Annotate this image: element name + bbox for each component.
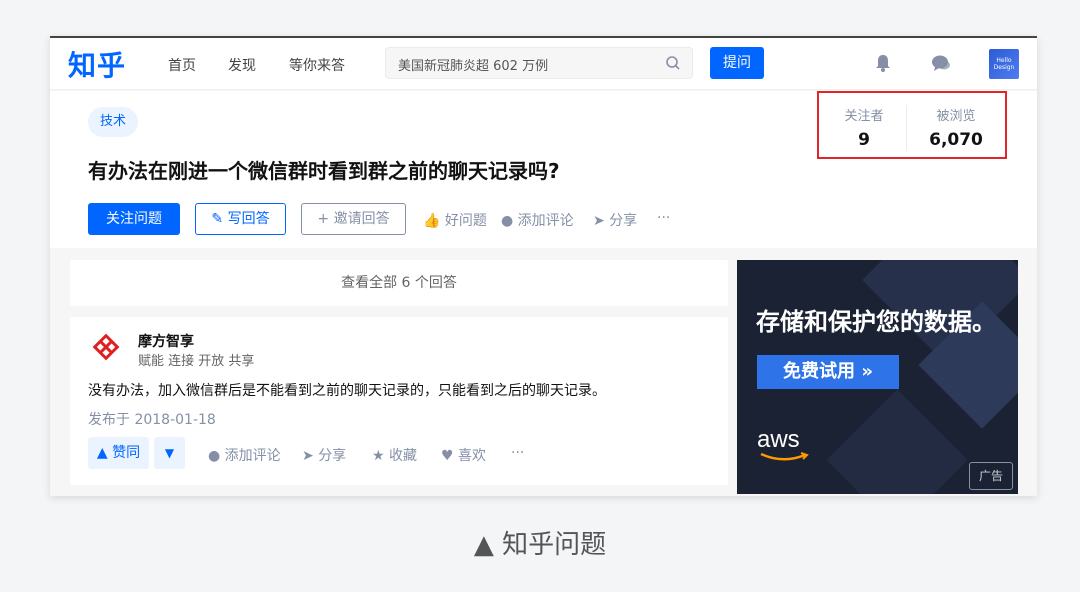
figure-caption: ▲ 知乎问题 bbox=[473, 530, 607, 560]
pencil-icon: ✎ bbox=[211, 211, 224, 227]
share-label: 分享 bbox=[609, 213, 638, 229]
ad-label-badge: 广告 bbox=[969, 462, 1013, 490]
downvote-button[interactable]: ▼ bbox=[154, 437, 185, 469]
good-question-button[interactable]: 👍 好问题 bbox=[423, 210, 487, 230]
search-query: 美国新冠肺炎超 602 万例 bbox=[398, 59, 549, 74]
zhihu-logo[interactable]: 知乎 bbox=[68, 44, 126, 84]
followers-label: 关注者 bbox=[844, 109, 884, 124]
author-bio: 赋能 连接 开放 共享 bbox=[138, 354, 255, 369]
invite-answer-label: 邀请回答 bbox=[333, 211, 390, 227]
answer-like-label: 喜欢 bbox=[458, 448, 487, 464]
more-options-button[interactable]: ··· bbox=[657, 210, 670, 226]
question-title: 有办法在刚进一个微信群时看到群之前的聊天记录吗? bbox=[88, 159, 560, 183]
ad-headline: 存储和保护您的数据。 bbox=[756, 308, 996, 336]
comment-icon: ● bbox=[501, 213, 514, 229]
paper-plane-icon: ➤ bbox=[302, 448, 314, 464]
paper-plane-icon: ➤ bbox=[593, 213, 605, 229]
nav-waiting-answers[interactable]: 等你来答 bbox=[289, 55, 345, 75]
upvote-label: 赞同 bbox=[112, 445, 141, 461]
share-button[interactable]: ➤ 分享 bbox=[593, 210, 637, 230]
zhihu-page: 知乎 首页 发现 等你来答 美国新冠肺炎超 602 万例 提问 Hello De… bbox=[50, 36, 1037, 496]
author-name[interactable]: 摩方智享 bbox=[138, 331, 194, 351]
view-all-answers-link[interactable]: 查看全部 6 个回答 bbox=[70, 260, 728, 306]
question-stats: 关注者 9 被浏览 6,070 bbox=[817, 91, 1007, 159]
answer-comment-button[interactable]: ● 添加评论 bbox=[208, 445, 281, 465]
search-icon[interactable] bbox=[664, 54, 682, 72]
ad-free-trial-button[interactable]: 免费试用 » bbox=[757, 355, 899, 389]
topic-tag[interactable]: 技术 bbox=[88, 107, 139, 137]
add-comment-label: 添加评论 bbox=[517, 213, 574, 229]
views-count: 6,070 bbox=[929, 130, 983, 150]
answer-card: 摩方智享 赋能 连接 开放 共享 没有办法，加入微信群后是不能看到之前的聊天记录… bbox=[70, 317, 728, 485]
good-question-label: 好问题 bbox=[444, 213, 487, 229]
heart-icon: ♥ bbox=[441, 448, 454, 464]
aws-smile-icon bbox=[760, 452, 809, 461]
top-navigation-bar: 知乎 首页 发现 等你来答 美国新冠肺炎超 602 万例 提问 Hello De… bbox=[50, 38, 1037, 90]
answer-share-button[interactable]: ➤ 分享 bbox=[302, 445, 346, 465]
user-avatar[interactable]: Hello Design bbox=[989, 49, 1019, 79]
notification-bell-icon[interactable] bbox=[872, 52, 894, 74]
answer-date[interactable]: 发布于 2018-01-18 bbox=[88, 409, 216, 429]
invite-answer-button[interactable]: + 邀请回答 bbox=[301, 203, 406, 235]
ask-question-button[interactable]: 提问 bbox=[710, 47, 764, 79]
nav-home[interactable]: 首页 bbox=[168, 55, 196, 75]
follow-question-button[interactable]: 关注问题 bbox=[88, 203, 180, 235]
stats-divider bbox=[906, 105, 907, 151]
triangle-down-icon: ▼ bbox=[164, 446, 175, 460]
write-answer-label: 写回答 bbox=[227, 211, 270, 227]
messages-icon[interactable] bbox=[930, 52, 952, 74]
answer-collect-label: 收藏 bbox=[389, 448, 418, 464]
aws-advertisement[interactable]: 存储和保护您的数据。 免费试用 » aws 广告 bbox=[737, 260, 1018, 494]
answer-comment-label: 添加评论 bbox=[224, 448, 281, 464]
comment-icon: ● bbox=[208, 448, 221, 464]
answer-collect-button[interactable]: ★ 收藏 bbox=[372, 445, 417, 465]
question-header: 技术 有办法在刚进一个微信群时看到群之前的聊天记录吗? 关注者 9 被浏览 6,… bbox=[50, 91, 1037, 248]
author-logo-icon[interactable] bbox=[92, 333, 120, 361]
views-stat: 被浏览 6,070 bbox=[911, 105, 1001, 150]
thumbs-up-icon: 👍 bbox=[423, 213, 441, 229]
followers-stat[interactable]: 关注者 9 bbox=[819, 105, 909, 150]
answer-like-button[interactable]: ♥ 喜欢 bbox=[441, 445, 486, 465]
aws-logo: aws bbox=[757, 426, 800, 453]
answer-content: 没有办法，加入微信群后是不能看到之前的聊天记录的，只能看到之后的聊天记录。 bbox=[88, 383, 606, 399]
answer-share-label: 分享 bbox=[318, 448, 347, 464]
add-user-icon: + bbox=[317, 211, 330, 227]
upvote-button[interactable]: ▲ 赞同 bbox=[88, 437, 149, 469]
search-input[interactable]: 美国新冠肺炎超 602 万例 bbox=[385, 47, 693, 79]
views-label: 被浏览 bbox=[936, 109, 976, 124]
answer-more-button[interactable]: ··· bbox=[511, 445, 524, 461]
ad-decor-shape bbox=[826, 389, 968, 494]
add-comment-button[interactable]: ● 添加评论 bbox=[501, 210, 574, 230]
nav-discover[interactable]: 发现 bbox=[228, 55, 256, 75]
star-icon: ★ bbox=[372, 448, 385, 464]
write-answer-button[interactable]: ✎ 写回答 bbox=[195, 203, 286, 235]
triangle-up-icon: ▲ bbox=[96, 445, 108, 461]
followers-count: 9 bbox=[858, 130, 870, 150]
